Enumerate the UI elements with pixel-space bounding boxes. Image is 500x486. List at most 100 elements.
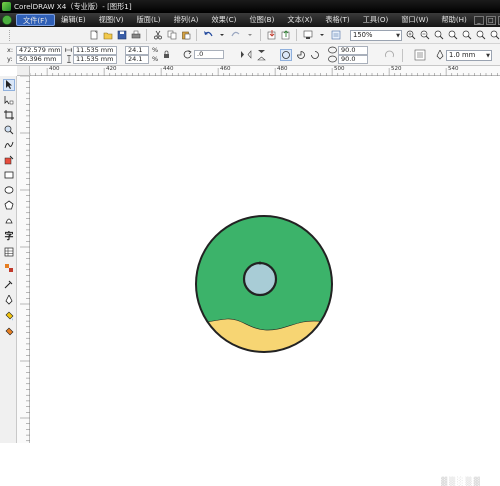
scale-x-field[interactable]: 24.1 [125,46,149,55]
menu-table[interactable]: 表格(T) [319,14,356,26]
horizontal-ruler[interactable]: 400 420 440 460 480 500 520 540 [30,66,500,76]
menu-tools[interactable]: 工具(O) [357,14,396,26]
end-angle-field[interactable]: 90.0 [338,55,368,64]
paste-icon[interactable] [180,30,191,41]
blue-inner-circle-shape[interactable] [242,261,278,297]
freehand-tool-icon[interactable] [3,139,15,151]
outline-width-value: 1.0 mm [449,51,476,59]
menu-view[interactable]: 视图(V) [93,14,131,26]
save-icon[interactable] [116,30,127,41]
print-icon[interactable] [130,30,141,41]
zoom-level-value: 150% [353,30,373,39]
minimize-button[interactable]: _ [473,15,484,25]
zoom-level-select[interactable]: 150% ▼ [350,29,402,41]
menu-layout[interactable]: 版面(L) [131,14,168,26]
polygon-tool-icon[interactable] [3,199,15,211]
mirror-horizontal-icon[interactable] [240,49,252,62]
ruler-label: 480 [277,66,288,72]
zoom-out-icon[interactable] [419,30,430,41]
cut-icon[interactable] [152,30,163,41]
menu-help[interactable]: 帮助(H) [435,14,473,26]
outline-tool-icon[interactable] [3,294,15,306]
ellipse-mode-icon[interactable] [280,49,292,61]
menu-bitmaps[interactable]: 位图(B) [243,14,281,26]
scale-y-field[interactable]: 24.1 [125,55,149,64]
arc-mode-icon[interactable] [310,50,320,62]
export-icon[interactable] [280,30,291,41]
redo-dropdown-icon[interactable] [244,30,255,41]
undo-icon[interactable] [202,30,213,41]
zoom-in-icon[interactable] [405,30,416,41]
zoom-tool-icon[interactable] [3,124,15,136]
lock-ratio-icon[interactable] [163,50,170,61]
direction-toggle-icon[interactable] [384,49,395,62]
y-position-field[interactable]: 50.396 mm [16,55,62,64]
import-icon[interactable] [266,30,277,41]
text-tool-icon[interactable]: 字 [3,229,15,242]
zoom-selected-icon[interactable] [433,30,444,41]
new-document-icon[interactable] [88,30,99,41]
menu-text[interactable]: 文本(X) [281,14,319,26]
end-angle-icon [328,55,337,65]
application-launcher-icon[interactable] [302,30,313,41]
basic-shapes-tool-icon[interactable] [3,214,15,226]
restore-button[interactable]: □ [485,15,496,25]
zoom-page-icon[interactable] [461,30,472,41]
menu-edit[interactable]: 编辑(E) [55,14,93,26]
menu-file[interactable]: 文件(F) [16,14,56,26]
toolbar-separator [402,49,403,62]
app-menu-icon[interactable] [2,15,12,26]
interactive-fill-tool-icon[interactable] [3,326,15,338]
toolbox: 字 [0,76,17,443]
height-field[interactable]: 11.535 mm [73,55,117,64]
redo-icon[interactable] [230,30,241,41]
title-bar: CorelDRAW X4（专业版）- [图形1] [0,0,500,13]
rotation-field[interactable]: .0 [194,50,224,59]
drawing-canvas[interactable]: ▓▒░▒▓ [31,77,500,486]
chevron-down-icon: ▼ [396,32,400,39]
smart-fill-tool-icon[interactable] [3,154,15,166]
interactive-blend-tool-icon[interactable] [3,262,15,274]
zoom-all-icon[interactable] [447,30,458,41]
mirror-vertical-icon[interactable] [256,49,267,63]
menu-arrange[interactable]: 排列(A) [168,14,206,26]
toolbar-separator [260,29,261,41]
vertical-ruler[interactable] [17,76,30,443]
eyedropper-tool-icon[interactable] [3,278,15,290]
copy-icon[interactable] [166,30,177,41]
x-position-field[interactable]: 472.579 mm [16,46,62,55]
launcher-dropdown-icon[interactable] [316,30,327,41]
vertical-ruler-ticks [20,76,30,442]
ruler-label: 440 [163,66,174,72]
pick-tool-icon[interactable] [3,79,15,91]
menu-window[interactable]: 窗口(W) [395,14,435,26]
toolbar-separator [296,29,297,41]
ruler-label: 400 [49,66,60,72]
property-bar: x: 472.579 mm y: 50.396 mm 11.535 mm 11.… [0,44,500,66]
watermark-decoration: ▓▒░▒▓ [441,477,482,486]
zoom-width-icon[interactable] [475,30,486,41]
width-field[interactable]: 11.535 mm [73,46,117,55]
zoom-height-icon[interactable] [489,30,500,41]
x-label: x: [7,46,14,54]
rectangle-tool-icon[interactable] [3,169,15,181]
ruler-label: 540 [448,66,459,72]
ruler-label: 420 [106,66,117,72]
wrap-text-icon[interactable] [414,49,426,63]
ruler-label: 500 [334,66,345,72]
start-angle-field[interactable]: 90.0 [338,46,368,55]
undo-dropdown-icon[interactable] [216,30,227,41]
shape-tool-icon[interactable] [3,94,15,106]
crop-tool-icon[interactable] [3,109,15,121]
ellipse-tool-icon[interactable] [3,184,15,196]
ruler-origin[interactable] [17,66,30,76]
outline-width-select[interactable]: 1.0 mm ▼ [446,50,492,61]
standard-toolbar: 150% ▼ [0,27,500,44]
pie-mode-icon[interactable] [296,50,306,62]
scale-y-percent: % [152,55,159,63]
table-tool-icon[interactable] [3,246,15,258]
fill-tool-icon[interactable] [3,310,15,322]
menu-effects[interactable]: 效果(C) [205,14,243,26]
welcome-screen-icon[interactable] [330,30,341,41]
open-folder-icon[interactable] [102,30,113,41]
